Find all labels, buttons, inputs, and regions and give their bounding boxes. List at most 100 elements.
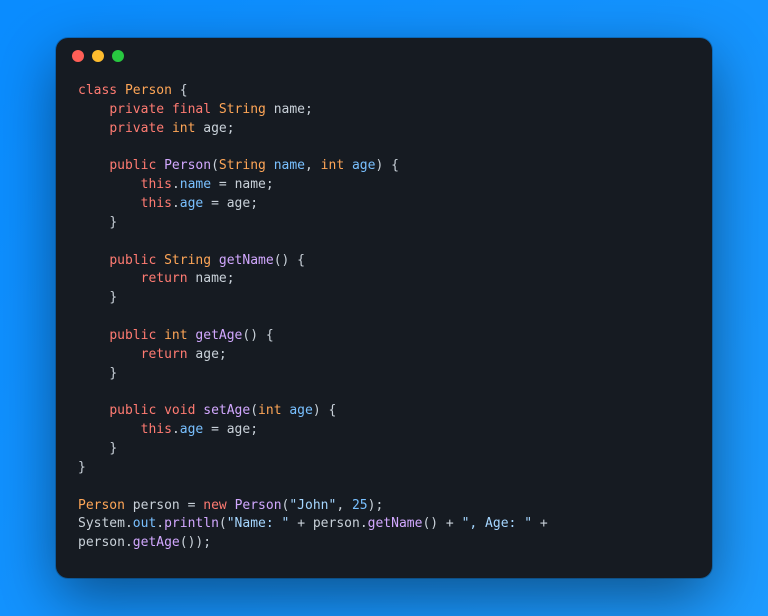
- token-punc: (): [422, 516, 438, 531]
- code-area: class Person { private final String name…: [56, 74, 712, 571]
- token-kw: this: [141, 422, 172, 437]
- token-punc: .: [125, 535, 133, 550]
- token-var: age: [352, 158, 375, 173]
- token-var: age: [289, 403, 312, 418]
- token-var: age: [180, 422, 203, 437]
- token-punc: +: [297, 516, 305, 531]
- token-punc: () {: [274, 253, 305, 268]
- code-content: class Person { private final String name…: [78, 82, 690, 553]
- token-kw: new: [203, 498, 226, 513]
- token-id: name: [195, 271, 226, 286]
- close-icon[interactable]: [72, 50, 84, 62]
- token-punc: (: [219, 516, 227, 531]
- zoom-icon[interactable]: [112, 50, 124, 62]
- token-punc: ());: [180, 535, 211, 550]
- token-kw: public: [109, 158, 156, 173]
- code-window: class Person { private final String name…: [56, 38, 712, 578]
- token-fn: Person: [235, 498, 282, 513]
- token-kw: return: [141, 347, 188, 362]
- token-punc: ,: [336, 498, 352, 513]
- token-punc: =: [219, 177, 227, 192]
- token-kw: this: [141, 177, 172, 192]
- token-id: person: [133, 498, 180, 513]
- token-kw: private: [109, 121, 164, 136]
- token-punc: }: [109, 215, 117, 230]
- token-str: "Name: ": [227, 516, 290, 531]
- token-punc: +: [540, 516, 548, 531]
- token-punc: =: [188, 498, 196, 513]
- token-punc: );: [368, 498, 384, 513]
- token-id: name: [274, 102, 305, 117]
- token-kw: void: [164, 403, 195, 418]
- token-punc: (: [250, 403, 258, 418]
- token-fn: println: [164, 516, 219, 531]
- token-punc: }: [78, 460, 86, 475]
- token-punc: .: [156, 516, 164, 531]
- token-id: System: [78, 516, 125, 531]
- token-kw: public: [109, 253, 156, 268]
- token-type: String: [219, 102, 266, 117]
- token-id: name: [235, 177, 266, 192]
- token-type: int: [258, 403, 281, 418]
- token-punc: ;: [250, 422, 258, 437]
- token-punc: }: [109, 441, 117, 456]
- token-str: ", Age: ": [462, 516, 532, 531]
- token-punc: }: [109, 290, 117, 305]
- token-punc: ;: [266, 177, 274, 192]
- token-type: int: [321, 158, 344, 173]
- token-type: String: [219, 158, 266, 173]
- token-id: person: [78, 535, 125, 550]
- token-id: age: [195, 347, 218, 362]
- token-kw: public: [109, 328, 156, 343]
- token-fn: getAge: [133, 535, 180, 550]
- token-fn: getAge: [195, 328, 242, 343]
- token-fn: Person: [164, 158, 211, 173]
- token-kw: this: [141, 196, 172, 211]
- token-punc: ;: [250, 196, 258, 211]
- token-id: age: [203, 121, 226, 136]
- token-kw: public: [109, 403, 156, 418]
- token-mod: final: [172, 102, 211, 117]
- token-type: Person: [78, 498, 125, 513]
- token-punc: }: [109, 366, 117, 381]
- token-punc: =: [211, 422, 219, 437]
- token-punc: (: [211, 158, 219, 173]
- token-punc: {: [180, 83, 188, 98]
- token-id: age: [227, 422, 250, 437]
- token-punc: ;: [219, 347, 227, 362]
- token-punc: .: [360, 516, 368, 531]
- token-punc: ;: [227, 271, 235, 286]
- minimize-icon[interactable]: [92, 50, 104, 62]
- token-type: int: [172, 121, 195, 136]
- token-punc: .: [172, 177, 180, 192]
- token-kw: private: [109, 102, 164, 117]
- token-type: Person: [125, 83, 172, 98]
- token-type: int: [164, 328, 187, 343]
- token-punc: =: [211, 196, 219, 211]
- token-var: name: [274, 158, 305, 173]
- token-punc: .: [172, 196, 180, 211]
- token-fn: getName: [219, 253, 274, 268]
- token-punc: ;: [305, 102, 313, 117]
- token-fn: getName: [368, 516, 423, 531]
- token-var: out: [133, 516, 156, 531]
- token-punc: .: [125, 516, 133, 531]
- token-punc: ;: [227, 121, 235, 136]
- token-punc: () {: [242, 328, 273, 343]
- token-fn: setAge: [203, 403, 250, 418]
- token-var: name: [180, 177, 211, 192]
- token-var: age: [180, 196, 203, 211]
- token-punc: ,: [305, 158, 321, 173]
- token-id: age: [227, 196, 250, 211]
- token-str: "John": [289, 498, 336, 513]
- token-kw: class: [78, 83, 117, 98]
- window-titlebar: [56, 38, 712, 74]
- token-kw: return: [141, 271, 188, 286]
- token-punc: ) {: [313, 403, 336, 418]
- token-punc: .: [172, 422, 180, 437]
- token-num: 25: [352, 498, 368, 513]
- token-type: String: [164, 253, 211, 268]
- token-id: person: [313, 516, 360, 531]
- token-punc: ) {: [375, 158, 398, 173]
- token-punc: +: [446, 516, 454, 531]
